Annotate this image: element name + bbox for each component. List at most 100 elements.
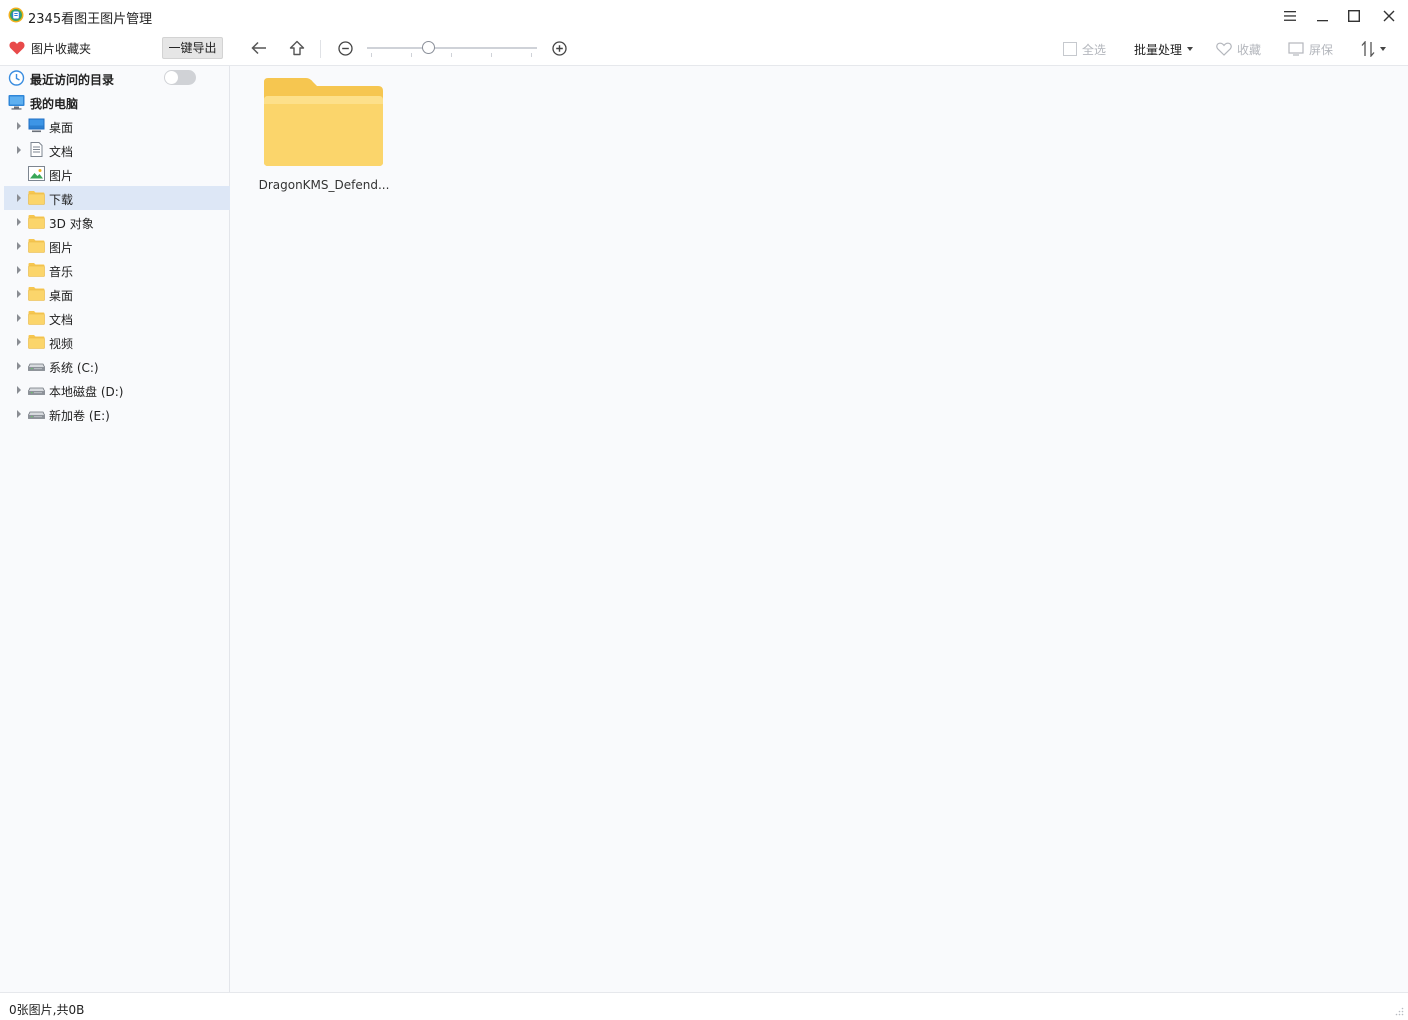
title-bar: 2345看图王图片管理	[0, 0, 1408, 32]
expand-arrow-icon[interactable]	[17, 242, 21, 250]
expand-arrow-icon[interactable]	[17, 386, 21, 394]
tree-item-label: 桌面	[49, 289, 74, 303]
favorites-label: 图片收藏夹	[31, 41, 92, 56]
tree-item-8[interactable]: 文档	[4, 306, 230, 330]
tree-item-2[interactable]: 图片	[4, 162, 230, 186]
tree-item-12[interactable]: 新加卷 (E:)	[4, 402, 230, 426]
up-arrow-icon	[289, 40, 305, 56]
slider-tick	[531, 53, 532, 57]
folder-icon	[264, 78, 383, 166]
tree-item-label: 桌面	[49, 121, 74, 135]
sidebar: 最近访问的目录 我的电脑 桌面 文档 图片 下载 3D 对象 图片 音乐 桌面 文档 视频 系统 (…	[0, 66, 230, 992]
close-icon	[1383, 10, 1395, 22]
slider-tick	[411, 53, 412, 57]
tree-item-label: 图片	[49, 241, 74, 255]
expand-arrow-icon[interactable]	[17, 146, 21, 154]
tree-item-3[interactable]: 下载	[4, 186, 230, 210]
folder-icon	[28, 334, 45, 349]
close-button[interactable]	[1372, 0, 1406, 32]
toggle-knob	[165, 71, 178, 84]
expand-arrow-icon[interactable]	[17, 122, 21, 130]
zoom-slider[interactable]	[367, 41, 537, 57]
tree-item-11[interactable]: 本地磁盘 (D:)	[4, 378, 230, 402]
menu-button[interactable]	[1273, 0, 1307, 32]
batch-process-dropdown[interactable]: 批量处理	[1134, 40, 1194, 58]
my-computer-label: 我的电脑	[30, 97, 79, 111]
folder-icon	[28, 262, 45, 277]
tree-item-0[interactable]: 桌面	[4, 114, 230, 138]
collect-button[interactable]: 收藏	[1216, 40, 1261, 58]
zoom-out-button[interactable]	[336, 39, 354, 57]
select-all-label: 全选	[1082, 42, 1107, 57]
desktop-icon	[28, 118, 45, 133]
zoom-slider-thumb[interactable]	[422, 41, 435, 54]
sort-icon	[1361, 41, 1375, 57]
minimize-button[interactable]	[1305, 0, 1339, 32]
folder-item[interactable]: DragonKMS_Defend...	[257, 74, 391, 198]
folder-icon	[28, 286, 45, 301]
tree-item-label: 系统 (C:)	[49, 361, 99, 375]
expand-arrow-icon[interactable]	[17, 314, 21, 322]
maximize-button[interactable]	[1337, 0, 1371, 32]
expand-arrow-icon[interactable]	[17, 218, 21, 226]
sort-dropdown[interactable]	[1361, 40, 1386, 58]
zoom-in-button[interactable]	[550, 39, 568, 57]
tree-item-4[interactable]: 3D 对象	[4, 210, 230, 234]
my-computer-row[interactable]: 我的电脑	[4, 90, 230, 114]
slider-tick	[491, 53, 492, 57]
tree-item-label: 3D 对象	[49, 217, 94, 231]
slider-tick	[371, 53, 372, 57]
expand-arrow-icon[interactable]	[17, 194, 21, 202]
tree-item-label: 文档	[49, 313, 74, 327]
status-bar: 0张图片,共0B	[0, 992, 1408, 1020]
tree-item-1[interactable]: 文档	[4, 138, 230, 162]
minimize-icon	[1316, 19, 1328, 21]
expand-arrow-icon[interactable]	[17, 266, 21, 274]
tree-item-10[interactable]: 系统 (C:)	[4, 354, 230, 378]
recent-dirs-row[interactable]: 最近访问的目录	[4, 66, 230, 90]
tree-item-5[interactable]: 图片	[4, 234, 230, 258]
picture-icon	[28, 166, 45, 181]
computer-icon	[8, 95, 25, 110]
drive-icon	[28, 358, 45, 373]
folder-icon	[28, 238, 45, 253]
tree-item-9[interactable]: 视频	[4, 330, 230, 354]
checkbox-icon	[1063, 42, 1077, 56]
tree-item-label: 音乐	[49, 265, 74, 279]
toolbar-divider	[320, 40, 321, 58]
tree-item-label: 文档	[49, 145, 74, 159]
collect-label: 收藏	[1237, 42, 1262, 57]
recent-dirs-toggle[interactable]	[164, 70, 196, 85]
drive-icon	[28, 382, 45, 397]
favorites-link[interactable]: 图片收藏夹	[9, 39, 91, 57]
caret-down-icon	[1380, 47, 1386, 51]
app-window: 2345看图王图片管理 图片收藏夹 一键导出 全选 批量处理 收藏 屏保 最近访…	[0, 0, 1408, 1020]
expand-arrow-icon[interactable]	[17, 362, 21, 370]
clock-icon	[8, 70, 25, 86]
slider-tick	[451, 53, 452, 57]
parent-folder-button[interactable]	[287, 39, 307, 57]
expand-arrow-icon[interactable]	[17, 410, 21, 418]
expand-arrow-icon[interactable]	[17, 338, 21, 346]
drive-icon	[28, 406, 45, 421]
tree-item-label: 本地磁盘 (D:)	[49, 385, 124, 399]
tree-item-6[interactable]: 音乐	[4, 258, 230, 282]
screensaver-button[interactable]: 屏保	[1288, 40, 1333, 58]
heart-outline-icon	[1216, 42, 1232, 56]
resize-grip-icon[interactable]	[1394, 1006, 1404, 1016]
expand-arrow-icon[interactable]	[17, 290, 21, 298]
arrow-left-icon	[251, 41, 266, 55]
folder-icon	[28, 214, 45, 229]
window-title: 2345看图王图片管理	[28, 12, 153, 27]
app-logo-icon	[8, 7, 24, 23]
recent-dirs-label: 最近访问的目录	[30, 73, 115, 87]
menu-icon	[1284, 11, 1296, 21]
select-all-checkbox[interactable]: 全选	[1063, 40, 1106, 58]
heart-icon	[9, 41, 25, 55]
status-text: 0张图片,共0B	[9, 1003, 85, 1017]
back-button[interactable]	[249, 39, 269, 57]
export-button[interactable]: 一键导出	[162, 37, 223, 59]
zoom-out-icon	[337, 40, 353, 56]
tree-item-7[interactable]: 桌面	[4, 282, 230, 306]
folder-icon	[28, 310, 45, 325]
